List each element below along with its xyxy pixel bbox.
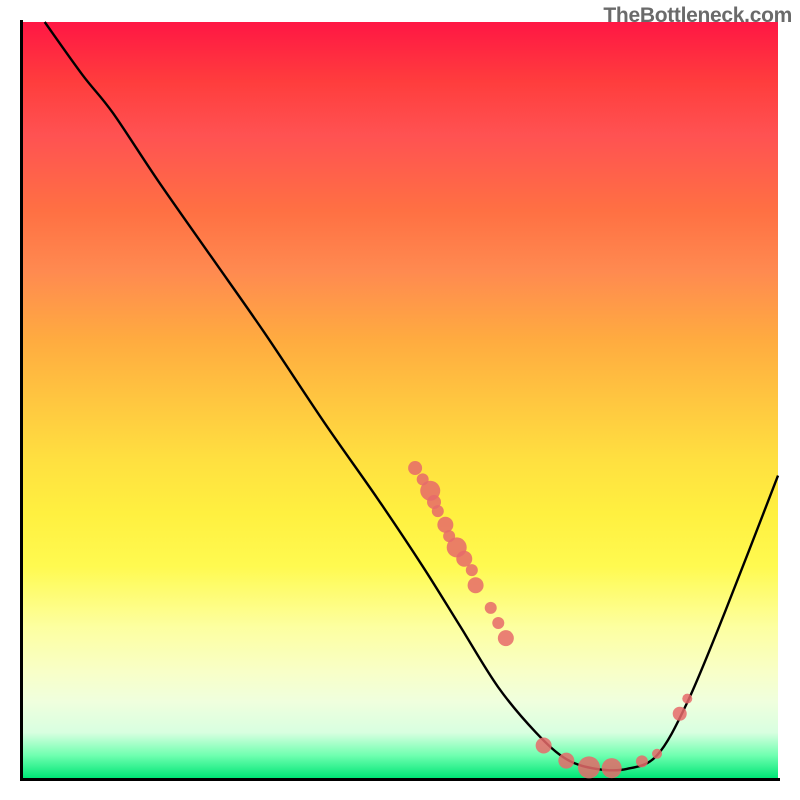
scatter-points-group bbox=[408, 461, 692, 778]
data-point bbox=[536, 737, 552, 753]
data-point bbox=[466, 564, 478, 576]
watermark-text: TheBottleneck.com bbox=[603, 4, 792, 28]
data-point bbox=[602, 758, 622, 778]
data-point bbox=[636, 755, 648, 767]
data-point bbox=[558, 753, 574, 769]
data-point bbox=[652, 749, 662, 759]
chart-svg-overlay bbox=[0, 0, 800, 800]
data-point bbox=[432, 505, 444, 517]
data-point bbox=[578, 756, 600, 778]
data-point bbox=[408, 461, 422, 475]
bottleneck-curve bbox=[45, 22, 778, 770]
data-point bbox=[456, 551, 472, 567]
data-point bbox=[492, 617, 504, 629]
data-point bbox=[682, 694, 692, 704]
data-point bbox=[498, 630, 514, 646]
chart-container: TheBottleneck.com bbox=[0, 0, 800, 800]
data-point bbox=[673, 707, 687, 721]
data-point bbox=[437, 517, 453, 533]
data-point bbox=[468, 577, 484, 593]
data-point bbox=[485, 602, 497, 614]
